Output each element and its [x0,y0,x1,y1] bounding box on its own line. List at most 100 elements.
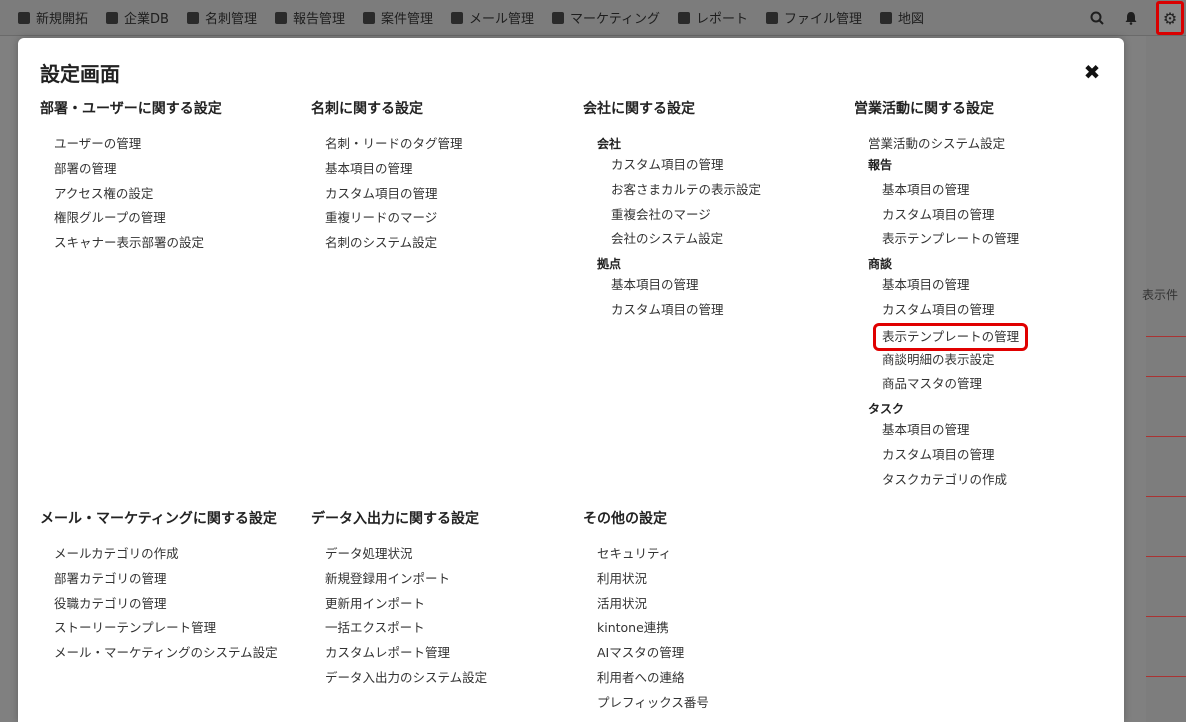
link-branch-custom-fields[interactable]: カスタム項目の管理 [611,298,761,323]
divider [1146,336,1186,337]
section-data-io: データ入出力に関する設定 データ処理状況 新規登録用インポート 更新用インポート… [311,508,487,691]
megaphone-icon [552,11,565,24]
nav-item-map[interactable]: 地図 [880,8,924,27]
link-story-template[interactable]: ストーリーテンプレート管理 [54,616,278,641]
section-mail-marketing: メール・マーケティングに関する設定 メールカテゴリの作成 部署カテゴリの管理 役… [40,508,278,666]
link-dept-management[interactable]: 部署の管理 [54,157,222,182]
nav-item-reports[interactable]: 報告管理 [274,8,345,27]
link-report-custom-fields[interactable]: カスタム項目の管理 [882,203,1028,228]
section-other: その他の設定 セキュリティ 利用状況 活用状況 kintone連携 AIマスタの… [583,508,709,716]
bell-icon[interactable] [1120,7,1142,29]
link-update-import[interactable]: 更新用インポート [325,592,487,617]
link-usage-status[interactable]: 利用状況 [597,567,709,592]
nav-item-new-development[interactable]: 新規開拓 [18,8,88,27]
subsection-heading-company: 会社 [597,137,622,151]
gear-icon: ⚙ [1162,8,1178,28]
link-card-custom-fields[interactable]: カスタム項目の管理 [325,182,463,207]
background-content: 表示件 [1142,36,1186,722]
link-deal-custom-fields[interactable]: カスタム項目の管理 [882,298,1028,323]
subsection-heading-branch: 拠点 [597,257,622,272]
link-user-notice[interactable]: 利用者への連絡 [597,666,709,691]
link-kintone-integration[interactable]: kintone連携 [597,616,709,641]
divider [1146,496,1186,497]
nav-item-deals[interactable]: 案件管理 [362,8,433,27]
link-card-basic-fields[interactable]: 基本項目の管理 [325,157,463,182]
link-bulk-export[interactable]: 一括エクスポート [325,616,487,641]
link-deal-detail-display[interactable]: 商談明細の表示設定 [882,348,1028,373]
link-prefix-number[interactable]: プレフィックス番号 [597,691,709,716]
link-company-custom-fields[interactable]: カスタム項目の管理 [611,153,761,178]
link-data-io-system-settings[interactable]: データ入出力のシステム設定 [325,666,487,691]
settings-modal: 設定画面 ✖ 部署・ユーザーに関する設定 ユーザーの管理 部署の管理 アクセス権… [18,38,1124,722]
divider [1146,436,1186,437]
top-navigation-bar: 新規開拓 企業DB 名刺管理 報告管理 案件管理 メール管理 マーケティング レ… [0,0,1186,36]
divider [1146,556,1186,557]
link-branch-basic-fields[interactable]: 基本項目の管理 [611,273,761,298]
section-title: 部署・ユーザーに関する設定 [40,101,222,117]
building-icon [106,11,119,24]
section-sales-activity: 営業活動に関する設定 営業活動のシステム設定 報告 基本項目の管理 カスタム項目… [854,98,1029,493]
link-task-category-create[interactable]: タスクカテゴリの作成 [882,468,1028,493]
section-dept-user: 部署・ユーザーに関する設定 ユーザーの管理 部署の管理 アクセス権の設定 権限グ… [40,98,222,256]
link-dept-category[interactable]: 部署カテゴリの管理 [54,567,278,592]
nav-item-business-cards[interactable]: 名刺管理 [186,8,257,27]
link-sales-system-settings[interactable]: 営業活動のシステム設定 [868,132,1028,157]
nav-item-marketing[interactable]: マーケティング [552,8,660,27]
link-data-processing-status[interactable]: データ処理状況 [325,542,487,567]
subsection-heading-deal: 商談 [868,257,893,272]
divider [1146,616,1186,617]
link-scanner-dept-settings[interactable]: スキャナー表示部署の設定 [54,231,222,256]
link-task-basic-fields[interactable]: 基本項目の管理 [882,418,1028,443]
link-mail-system-settings[interactable]: メール・マーケティングのシステム設定 [54,641,278,666]
section-title: データ入出力に関する設定 [311,511,479,527]
link-product-master[interactable]: 商品マスタの管理 [882,372,1028,397]
link-access-settings[interactable]: アクセス権の設定 [54,182,222,207]
link-deal-display-template-highlighted[interactable]: 表示テンプレートの管理 [873,322,1029,351]
report-icon [274,11,287,24]
link-task-custom-fields[interactable]: カスタム項目の管理 [882,443,1028,468]
link-duplicate-lead-merge[interactable]: 重複リードのマージ [325,206,463,231]
link-permission-groups[interactable]: 権限グループの管理 [54,206,222,231]
subsection-heading-report: 報告 [868,157,893,172]
nav-item-reporting[interactable]: レポート [677,8,748,27]
link-ai-master[interactable]: AIマスタの管理 [597,641,709,666]
section-title: 会社に関する設定 [583,101,695,117]
nav-item-mail[interactable]: メール管理 [451,8,534,27]
link-report-display-template[interactable]: 表示テンプレートの管理 [882,227,1028,252]
nav-item-files[interactable]: ファイル管理 [766,8,862,27]
settings-gear-button[interactable]: ⚙ [1156,1,1184,35]
bag-icon [362,11,375,24]
link-deal-basic-fields[interactable]: 基本項目の管理 [882,273,1028,298]
link-customer-chart-display[interactable]: お客さまカルテの表示設定 [611,178,761,203]
link-mail-category-create[interactable]: メールカテゴリの作成 [54,542,278,567]
link-report-basic-fields[interactable]: 基本項目の管理 [882,178,1028,203]
link-duplicate-company-merge[interactable]: 重複会社のマージ [611,203,761,228]
section-title: メール・マーケティングに関する設定 [40,511,277,527]
nav-item-company-db[interactable]: 企業DB [106,8,169,27]
link-new-import[interactable]: 新規登録用インポート [325,567,487,592]
search-icon[interactable] [1086,7,1108,29]
link-card-system-settings[interactable]: 名刺のシステム設定 [325,231,463,256]
folder-icon [766,11,778,24]
card-icon [186,11,199,24]
section-title: その他の設定 [583,511,667,527]
link-utilization-status[interactable]: 活用状況 [597,592,709,617]
section-company: 会社に関する設定 会社 カスタム項目の管理 お客さまカルテの表示設定 重複会社の… [583,98,761,323]
close-icon[interactable]: ✖ [1082,62,1102,82]
section-title: 名刺に関する設定 [311,101,423,117]
link-company-system-settings[interactable]: 会社のシステム設定 [611,227,761,252]
modal-title: 設定画面 [40,62,120,86]
nav-right-tools: ⚙ [1074,0,1186,36]
divider [1146,676,1186,677]
link-custom-report[interactable]: カスタムレポート管理 [325,641,487,666]
mail-icon [451,11,463,24]
link-card-tag-management[interactable]: 名刺・リードのタグ管理 [325,132,463,157]
divider [1146,376,1186,377]
link-user-management[interactable]: ユーザーの管理 [54,132,222,157]
link-security[interactable]: セキュリティ [597,542,709,567]
link-title-category[interactable]: 役職カテゴリの管理 [54,592,278,617]
section-title: 営業活動に関する設定 [854,101,994,117]
highlighted-link-text: 表示テンプレートの管理 [873,322,1029,351]
section-business-card: 名刺に関する設定 名刺・リードのタグ管理 基本項目の管理 カスタム項目の管理 重… [311,98,463,256]
subsection-heading-task: タスク [868,402,905,417]
